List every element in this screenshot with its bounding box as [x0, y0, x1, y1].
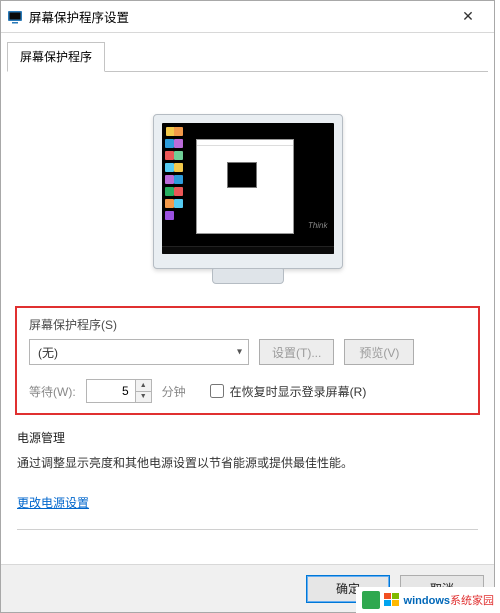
tab-screensaver[interactable]: 屏幕保护程序: [7, 42, 105, 72]
titlebar[interactable]: 屏幕保护程序设置 ✕: [1, 1, 494, 33]
watermark-text: windows系统家园: [404, 592, 494, 608]
spin-down-button[interactable]: ▼: [136, 392, 151, 403]
watermark-badge-icon: [362, 591, 380, 609]
resume-logon-checkbox[interactable]: [210, 384, 224, 398]
preview-area: Think: [15, 86, 480, 296]
tab-content: Think 屏幕保护程序(S) (无) ▾ 设置(T)... 预览(V) 等待(…: [1, 72, 494, 564]
section-divider: [17, 529, 478, 530]
tabstrip: 屏幕保护程序: [1, 35, 494, 71]
preview-taskbar: [162, 246, 334, 254]
spin-buttons: ▲ ▼: [135, 380, 151, 402]
preview-inner-window: [196, 139, 294, 234]
preview-screen: Think: [162, 123, 334, 254]
spin-up-button[interactable]: ▲: [136, 380, 151, 392]
settings-window: 屏幕保护程序设置 ✕ 屏幕保护程序: [0, 0, 495, 613]
app-icon: [7, 9, 23, 25]
screensaver-select[interactable]: (无) ▾: [29, 339, 249, 365]
wait-input[interactable]: [87, 380, 135, 402]
preview-button[interactable]: 预览(V): [344, 339, 414, 365]
desktop-icons: [165, 127, 183, 244]
preview-monitor: Think: [153, 114, 343, 269]
screensaver-group-highlight: 屏幕保护程序(S) (无) ▾ 设置(T)... 预览(V) 等待(W): ▲: [15, 306, 480, 415]
resume-logon-label: 在恢复时显示登录屏幕(R): [230, 383, 367, 400]
resume-logon-checkbox-wrap[interactable]: 在恢复时显示登录屏幕(R): [210, 383, 367, 400]
wait-label: 等待(W):: [29, 383, 76, 400]
screensaver-row-2: 等待(W): ▲ ▼ 分钟 在恢复时显示登录屏幕(R): [29, 379, 466, 403]
watermark: windows系统家园: [356, 587, 500, 613]
wait-spinbox[interactable]: ▲ ▼: [86, 379, 152, 403]
change-power-settings-link[interactable]: 更改电源设置: [17, 494, 89, 511]
chevron-down-icon: ▾: [237, 347, 242, 358]
settings-button[interactable]: 设置(T)...: [259, 339, 334, 365]
window-title: 屏幕保护程序设置: [29, 7, 448, 26]
preview-brand-text: Think: [308, 221, 328, 230]
close-button[interactable]: ✕: [448, 3, 488, 31]
screensaver-row-1: (无) ▾ 设置(T)... 预览(V): [29, 339, 466, 365]
screensaver-select-value: (无): [38, 344, 58, 361]
preview-inner-black: [227, 162, 257, 188]
wait-unit-label: 分钟: [162, 383, 186, 400]
close-icon: ✕: [462, 8, 474, 25]
screensaver-group-label: 屏幕保护程序(S): [29, 316, 466, 333]
power-section-text: 通过调整显示亮度和其他电源设置以节省能源或提供最佳性能。: [17, 454, 478, 472]
power-section-label: 电源管理: [17, 429, 480, 446]
windows-logo-icon: [384, 592, 400, 608]
